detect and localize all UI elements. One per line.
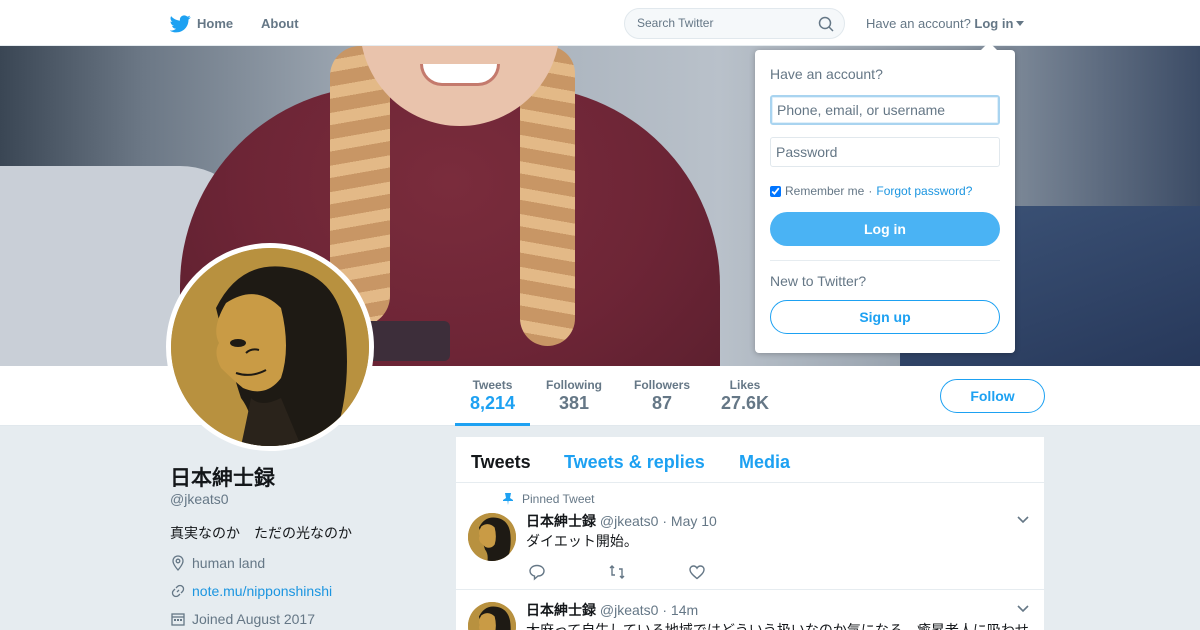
tweet-text: 大麻って自生している地域ではどういう扱いなのか気になる。癒昇老人に吸わせ	[526, 622, 1029, 630]
tweet-avatar[interactable]	[468, 513, 516, 561]
nav-home-label: Home	[197, 16, 234, 31]
retweet-icon[interactable]	[608, 563, 626, 581]
twitter-bird-icon	[170, 15, 191, 33]
pinned-tweet-label: Pinned Tweet	[503, 492, 595, 506]
tweet-author-handle[interactable]: @jkeats0	[600, 513, 659, 529]
tab-tweets[interactable]: Tweets	[471, 452, 531, 473]
profile-joined: Joined August 2017	[170, 611, 315, 627]
tweet-header: 日本紳士録 @jkeats0 · May 10	[526, 511, 717, 531]
link-icon	[171, 584, 185, 598]
tweet-avatar[interactable]	[468, 602, 516, 630]
profile-bio: 真実なのか ただの光なのか	[170, 525, 352, 541]
tab-media[interactable]: Media	[739, 452, 790, 473]
chevron-down-icon[interactable]	[1016, 602, 1030, 616]
nav-home-link[interactable]: Home	[170, 13, 233, 34]
active-tab-underline	[455, 423, 530, 426]
pin-icon	[503, 493, 513, 505]
search-icon[interactable]	[818, 16, 834, 32]
nav-about-link[interactable]: About	[261, 16, 299, 31]
profile-handle[interactable]: @jkeats0	[170, 491, 229, 507]
tab-tweets-replies[interactable]: Tweets & replies	[564, 452, 705, 473]
banner-smile-shape	[420, 64, 500, 86]
stat-label: Likes	[729, 378, 761, 392]
forgot-password-link[interactable]: Forgot password?	[876, 184, 972, 198]
profile-name: 日本紳士録	[170, 467, 275, 490]
stat-followers[interactable]: Followers 87	[633, 378, 691, 414]
stat-likes[interactable]: Likes 27.6K	[720, 378, 770, 414]
login-dropdown-title: Have an account?	[770, 66, 883, 82]
timeline-tabs: Tweets Tweets & replies Media	[456, 437, 1044, 483]
profile-link: note.mu/nipponshinshi	[170, 583, 332, 599]
login-dropdown: Have an account? Remember me · Forgot pa…	[755, 42, 1015, 353]
tweet-item[interactable]: Pinned Tweet 日本紳士録 @jkeats0 · May 10 ダイエ…	[456, 483, 1044, 590]
tweet-time[interactable]: · 14m	[662, 602, 698, 618]
stat-following[interactable]: Following 381	[545, 378, 603, 414]
login-menu-label: Log in	[974, 16, 1014, 31]
avatar-illustration	[468, 602, 516, 630]
calendar-icon	[171, 613, 185, 626]
tweet-author-name[interactable]: 日本紳士録	[526, 602, 596, 618]
chevron-down-icon[interactable]	[1016, 513, 1030, 527]
remember-me-row: Remember me · Forgot password?	[770, 184, 972, 198]
tweet-text: ダイエット開始。	[526, 533, 638, 549]
stat-value: 8,214	[470, 393, 516, 413]
caret-down-icon	[1016, 21, 1025, 26]
stat-value: 87	[651, 393, 673, 413]
account-prompt: Have an account? Log in	[866, 16, 1025, 31]
username-field[interactable]	[770, 95, 1000, 125]
stat-value: 27.6K	[720, 393, 770, 413]
new-to-twitter-text: New to Twitter?	[770, 273, 867, 289]
pinned-text: Pinned Tweet	[522, 492, 595, 506]
tweet-time[interactable]: · May 10	[662, 513, 716, 529]
stat-label: Following	[546, 378, 602, 392]
profile-avatar[interactable]	[166, 243, 374, 451]
signup-button[interactable]: Sign up	[770, 300, 1000, 334]
top-navigation: Home About Have an account? Log in	[0, 0, 1200, 46]
stat-label: Tweets	[472, 378, 513, 392]
remember-me-checkbox[interactable]	[770, 185, 781, 197]
joined-text: Joined August 2017	[192, 611, 315, 627]
have-account-text: Have an account?	[866, 16, 971, 31]
follow-button[interactable]: Follow	[940, 379, 1045, 413]
timeline: Tweets Tweets & replies Media Pinned Twe…	[456, 437, 1044, 630]
tweet-actions	[528, 563, 706, 581]
tweet-item[interactable]: 日本紳士録 @jkeats0 · 14m 大麻って自生している地域ではどういう扱…	[456, 590, 1044, 630]
password-field[interactable]	[770, 137, 1000, 167]
profile-location: human land	[170, 555, 265, 571]
login-button[interactable]: Log in	[770, 212, 1000, 246]
dropdown-divider	[770, 260, 1000, 261]
reply-icon[interactable]	[528, 563, 546, 581]
stat-tweets[interactable]: Tweets 8,214	[455, 378, 530, 426]
avatar-illustration	[468, 513, 516, 561]
remember-separator: ·	[868, 184, 873, 198]
heart-icon[interactable]	[688, 563, 706, 581]
profile-url-link[interactable]: note.mu/nipponshinshi	[192, 583, 332, 599]
tweet-author-name[interactable]: 日本紳士録	[526, 513, 596, 529]
login-menu-toggle[interactable]: Log in	[974, 16, 1025, 31]
search-input[interactable]	[637, 16, 807, 30]
remember-me-label[interactable]: Remember me	[785, 184, 864, 198]
stat-value: 381	[558, 393, 590, 413]
tweet-author-handle[interactable]: @jkeats0	[600, 602, 659, 618]
tweet-header: 日本紳士録 @jkeats0 · 14m	[526, 600, 698, 620]
stat-label: Followers	[633, 378, 690, 392]
search-box	[624, 8, 845, 39]
avatar-illustration	[171, 248, 369, 446]
location-text: human land	[192, 555, 266, 571]
location-pin-icon	[172, 555, 184, 571]
